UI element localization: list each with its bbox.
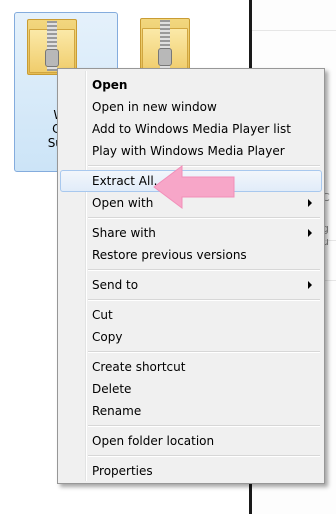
context-menu: Open Open in new window Add to Windows M… <box>57 68 325 484</box>
details-pane-line <box>252 30 336 31</box>
menu-separator <box>88 351 320 353</box>
zip-folder-icon <box>27 19 77 75</box>
menu-item-rename[interactable]: Rename <box>60 400 322 422</box>
menu-item-restore-previous-versions[interactable]: Restore previous versions <box>60 244 322 266</box>
submenu-arrow-icon <box>308 281 312 289</box>
submenu-arrow-icon <box>308 229 312 237</box>
menu-item-open[interactable]: Open <box>60 74 322 96</box>
submenu-arrow-icon <box>308 199 312 207</box>
menu-separator <box>88 269 320 271</box>
menu-separator <box>88 217 320 219</box>
menu-item-open-in-new-window[interactable]: Open in new window <box>60 96 322 118</box>
menu-separator <box>88 299 320 301</box>
menu-item-copy[interactable]: Copy <box>60 326 322 348</box>
menu-separator <box>88 455 320 457</box>
menu-item-delete[interactable]: Delete <box>60 378 322 400</box>
zip-folder-icon[interactable] <box>140 18 190 74</box>
pink-arrow-annotation-icon <box>153 165 235 209</box>
menu-item-send-to[interactable]: Send to <box>60 274 322 296</box>
menu-item-play-with-wmp[interactable]: Play with Windows Media Player <box>60 140 322 162</box>
menu-item-share-with[interactable]: Share with <box>60 222 322 244</box>
menu-item-add-to-wmp-list[interactable]: Add to Windows Media Player list <box>60 118 322 140</box>
menu-item-open-folder-location[interactable]: Open folder location <box>60 430 322 452</box>
menu-item-cut[interactable]: Cut <box>60 304 322 326</box>
menu-separator <box>88 425 320 427</box>
menu-item-create-shortcut[interactable]: Create shortcut <box>60 356 322 378</box>
menu-item-properties[interactable]: Properties <box>60 460 322 482</box>
